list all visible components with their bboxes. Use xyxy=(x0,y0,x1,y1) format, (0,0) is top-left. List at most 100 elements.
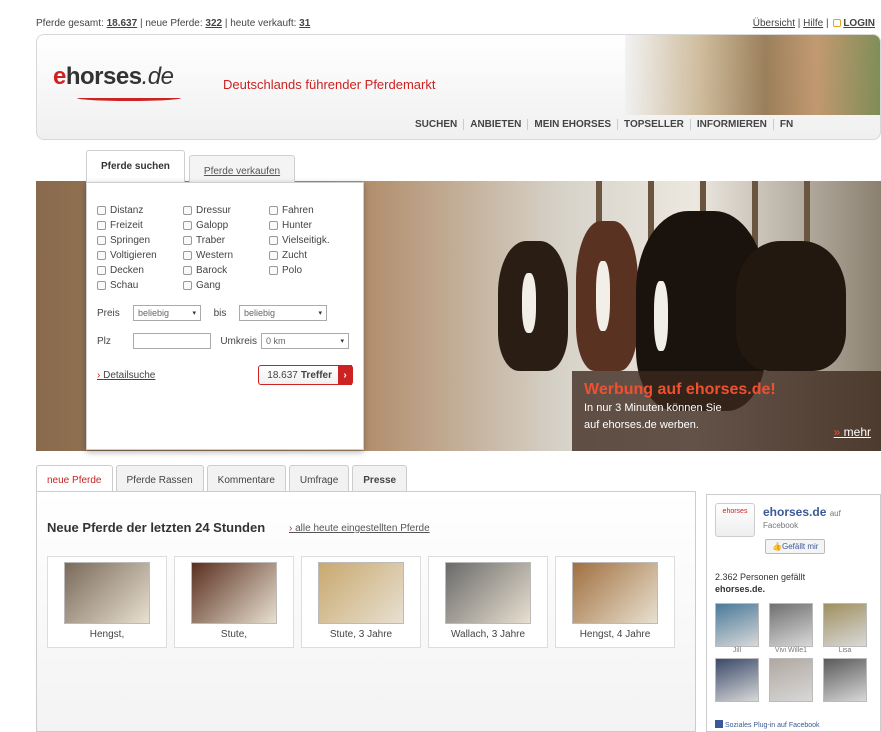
checkbox-polo[interactable]: Polo xyxy=(269,265,355,276)
price-label: Preis xyxy=(97,307,120,319)
horse-card[interactable]: Stute, 3 Jahre xyxy=(301,556,421,648)
fb-fan[interactable]: Jill xyxy=(715,603,765,654)
horse-photo xyxy=(318,562,404,624)
checkbox-label: Gang xyxy=(196,280,221,291)
checkbox-schau[interactable]: Schau xyxy=(97,280,183,291)
checkbox-icon xyxy=(97,266,106,275)
nav-suchen[interactable]: SUCHEN xyxy=(409,119,465,130)
checkbox-western[interactable]: Western xyxy=(183,250,269,261)
avatar xyxy=(769,603,813,647)
checkbox-fahren[interactable]: Fahren xyxy=(269,205,355,216)
treffer-button[interactable]: 18.637 Treffer › xyxy=(258,365,353,385)
tab-pferde-verkaufen[interactable]: Pferde verkaufen xyxy=(188,155,296,183)
checkbox-icon xyxy=(97,281,106,290)
overview-link[interactable]: Übersicht xyxy=(753,18,795,29)
fb-faces-grid: Jill Vivi Wille1 Lisa xyxy=(715,603,873,702)
nav-anbieten[interactable]: ANBIETEN xyxy=(464,119,529,130)
all-today-link[interactable]: › alle heute eingestellten Pferde xyxy=(289,523,430,534)
checkbox-vielseitigk[interactable]: Vielseitigk. xyxy=(269,235,355,246)
horse-card[interactable]: Hengst, 4 Jahre xyxy=(555,556,675,648)
chevron-right-icon: › xyxy=(338,365,352,385)
checkbox-icon xyxy=(97,206,106,215)
fb-footer[interactable]: Soziales Plug-in auf Facebook xyxy=(715,720,820,729)
horse-caption: Stute, xyxy=(220,629,248,640)
stats-total-label: Pferde gesamt: xyxy=(36,18,104,29)
checkbox-icon xyxy=(183,281,192,290)
hits-label: Treffer xyxy=(300,369,332,381)
logo-e: e xyxy=(53,63,66,90)
checkbox-voltigieren[interactable]: Voltigieren xyxy=(97,250,183,261)
radius-select[interactable]: 0 km ▾ xyxy=(261,333,349,349)
checkbox-icon xyxy=(183,221,192,230)
new-horses-title: Neue Pferde der letzten 24 Stunden xyxy=(47,520,266,535)
site-stats: Pferde gesamt: 18.637 | neue Pferde: 322… xyxy=(36,18,311,29)
horse-card[interactable]: Hengst, xyxy=(47,556,167,648)
horse-card[interactable]: Wallach, 3 Jahre xyxy=(428,556,548,648)
tab-pferde-suchen[interactable]: Pferde suchen xyxy=(86,150,185,183)
checkbox-barock[interactable]: Barock xyxy=(183,265,269,276)
horse-card[interactable]: Stute, xyxy=(174,556,294,648)
price-from-select[interactable]: beliebig ▾ xyxy=(133,305,201,321)
promo-line1: In nur 3 Minuten können Sie xyxy=(584,402,722,414)
site-logo[interactable]: ehorses.de xyxy=(53,63,174,91)
horse-blaze xyxy=(654,281,668,351)
fb-fan[interactable]: Lisa xyxy=(823,603,873,654)
horse-photo xyxy=(191,562,277,624)
tab-neue-pferde[interactable]: neue Pferde xyxy=(36,465,113,494)
horse-thumbnails: Hengst, Stute, Stute, 3 Jahre Wallach, 3… xyxy=(47,556,682,648)
top-links: Übersicht | Hilfe | LOGIN xyxy=(752,18,875,29)
nav-topseller[interactable]: TOPSELLER xyxy=(618,119,691,130)
checkbox-label: Decken xyxy=(110,265,144,276)
facebook-icon xyxy=(715,720,723,728)
help-link[interactable]: Hilfe xyxy=(803,18,823,29)
radius-label: Umkreis xyxy=(220,335,257,347)
fb-fan-count: 2.362 Personen gefällt ehorses.de. xyxy=(715,571,865,595)
chevron-down-icon: ▾ xyxy=(340,338,344,345)
price-to-select[interactable]: beliebig ▾ xyxy=(239,305,327,321)
ehorses-fb-logo[interactable]: ehorses xyxy=(715,503,755,537)
checkbox-distanz[interactable]: Distanz xyxy=(97,205,183,216)
promo-more-link[interactable]: » mehr xyxy=(834,425,871,439)
checkbox-hunter[interactable]: Hunter xyxy=(269,220,355,231)
checkbox-traber[interactable]: Traber xyxy=(183,235,269,246)
fb-fan[interactable] xyxy=(823,658,873,702)
search-tabs: Pferde suchen Pferde verkaufen xyxy=(86,150,299,183)
checkbox-icon xyxy=(183,206,192,215)
stats-sold-value[interactable]: 31 xyxy=(299,18,310,29)
fb-page-title: ehorses.de xyxy=(763,505,827,519)
new-horses-panel: Neue Pferde der letzten 24 Stunden › all… xyxy=(36,491,696,732)
plz-input[interactable] xyxy=(133,333,211,349)
checkbox-freizeit[interactable]: Freizeit xyxy=(97,220,183,231)
horse-blaze xyxy=(522,273,536,333)
promo-more-label: mehr xyxy=(843,425,871,439)
nav-informieren[interactable]: INFORMIEREN xyxy=(691,119,774,130)
nav-fn[interactable]: FN xyxy=(774,119,799,130)
detailsuche-link[interactable]: › Detailsuche xyxy=(97,370,155,381)
fb-fan[interactable] xyxy=(715,658,765,702)
checkbox-label: Springen xyxy=(110,235,151,246)
checkbox-label: Galopp xyxy=(196,220,229,231)
nav-mein-ehorses[interactable]: MEIN EHORSES xyxy=(528,119,619,130)
checkbox-decken[interactable]: Decken xyxy=(97,265,183,276)
fb-page-name[interactable]: ehorses.de auf xyxy=(763,505,841,519)
checkbox-springen[interactable]: Springen xyxy=(97,235,183,246)
chevron-down-icon: ▾ xyxy=(192,310,196,317)
promo-line2: auf ehorses.de werben. xyxy=(584,419,699,431)
promo-box[interactable]: Werbung auf ehorses.de! In nur 3 Minuten… xyxy=(572,371,881,451)
checkbox-galopp[interactable]: Galopp xyxy=(183,220,269,231)
fb-fan[interactable] xyxy=(769,658,819,702)
checkbox-icon xyxy=(97,236,106,245)
login-link[interactable]: LOGIN xyxy=(843,18,875,29)
checkbox-gang[interactable]: Gang xyxy=(183,280,269,291)
fb-count-text: 2.362 Personen gefällt xyxy=(715,572,806,582)
stats-new-label: neue Pferde: xyxy=(145,18,203,29)
stats-sold-label: heute verkauft: xyxy=(230,18,297,29)
logo-swoosh xyxy=(77,95,181,101)
fb-like-button[interactable]: 👍Gefällt mir xyxy=(765,539,826,554)
checkbox-dressur[interactable]: Dressur xyxy=(183,205,269,216)
fb-footer-label: Soziales Plug-in auf Facebook xyxy=(725,722,820,729)
stats-total-value[interactable]: 18.637 xyxy=(107,18,138,29)
stats-new-value[interactable]: 322 xyxy=(205,18,222,29)
fb-fan[interactable]: Vivi Wille1 xyxy=(769,603,819,654)
checkbox-zucht[interactable]: Zucht xyxy=(269,250,355,261)
